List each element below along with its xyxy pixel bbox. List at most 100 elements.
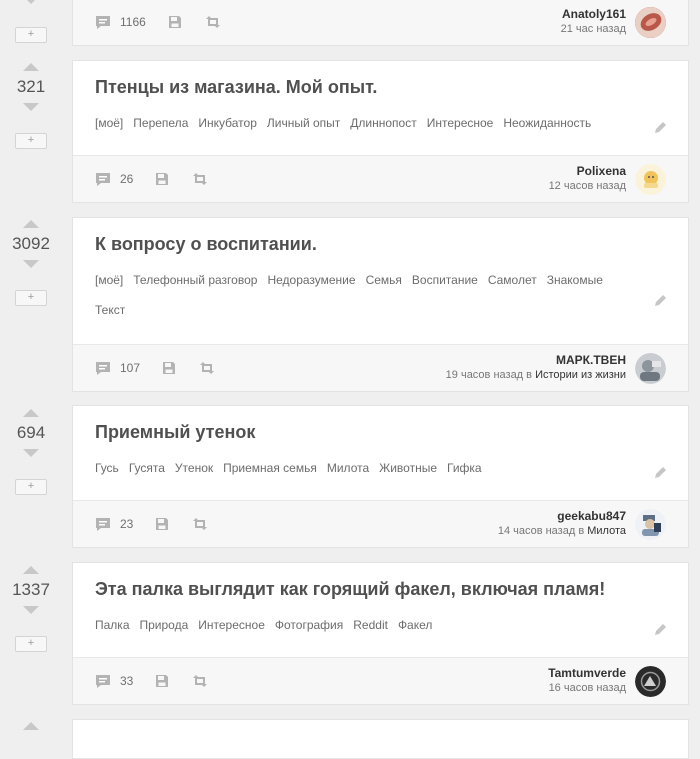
tag[interactable]: Фотография <box>275 615 343 635</box>
share-icon[interactable] <box>191 517 209 531</box>
avatar[interactable] <box>635 509 666 540</box>
tag[interactable]: Недоразумение <box>267 270 355 290</box>
tag[interactable]: Природа <box>140 615 189 635</box>
pencil-icon[interactable] <box>654 623 668 637</box>
tag[interactable]: Неожиданность <box>503 113 591 133</box>
comment-count[interactable]: 107 <box>120 361 140 375</box>
tag[interactable]: Длиннопост <box>350 113 416 133</box>
vote-column: + <box>0 0 62 43</box>
avatar[interactable] <box>635 7 666 38</box>
tag[interactable]: [моё] <box>95 270 123 290</box>
author-info: Tamtumverde 16 часов назад <box>548 666 626 696</box>
author-info: Polixena 12 часов назад <box>549 164 626 194</box>
post-footer: 107 МАРК.ТВЕН 19 часов назад в Истории и… <box>73 344 688 391</box>
tag[interactable]: Семья <box>366 270 402 290</box>
post-feed: + 1166 Anatoly161 21 час назад 321 + Пте… <box>0 0 700 759</box>
post-rating: 321 <box>16 77 46 96</box>
tag[interactable]: Животные <box>379 458 437 478</box>
comment-count[interactable]: 23 <box>120 517 133 531</box>
post-card: Приемный утенок Гусь Гусята Утенок Прием… <box>72 405 689 548</box>
share-icon[interactable] <box>198 361 216 375</box>
tag[interactable]: Личный опыт <box>267 113 340 133</box>
comment-count[interactable]: 1166 <box>120 15 146 29</box>
save-icon[interactable] <box>155 172 169 186</box>
share-icon[interactable] <box>204 15 222 29</box>
downvote-arrow-icon[interactable] <box>23 449 39 457</box>
add-post-button[interactable]: + <box>15 290 47 306</box>
author-name[interactable]: МАРК.ТВЕН <box>446 353 626 368</box>
avatar[interactable] <box>635 353 666 384</box>
tag[interactable]: Воспитание <box>412 270 478 290</box>
downvote-arrow-icon[interactable] <box>23 0 39 4</box>
tag[interactable]: Перепела <box>133 113 188 133</box>
add-post-button[interactable]: + <box>15 479 47 495</box>
save-icon[interactable] <box>155 674 169 688</box>
tag[interactable]: Факел <box>398 615 432 635</box>
save-icon[interactable] <box>162 361 176 375</box>
post-title[interactable]: Птенцы из магазина. Мой опыт. <box>95 75 666 99</box>
post-footer: 26 Polixena 12 часов назад <box>73 155 688 202</box>
tag[interactable]: Утенок <box>175 458 213 478</box>
pencil-icon[interactable] <box>654 466 668 480</box>
tag[interactable]: Телефонный разговор <box>133 270 257 290</box>
post-footer: 33 Tamtumverde 16 часов назад <box>73 657 688 704</box>
tag[interactable]: [моё] <box>95 113 123 133</box>
save-icon[interactable] <box>168 15 182 29</box>
community-link[interactable]: Милота <box>587 525 626 537</box>
comment-icon[interactable] <box>95 361 111 376</box>
comment-icon[interactable] <box>95 15 111 30</box>
author-name[interactable]: geekabu847 <box>498 509 626 524</box>
tag[interactable]: Reddit <box>353 615 388 635</box>
save-icon[interactable] <box>155 517 169 531</box>
tag[interactable]: Гифка <box>447 458 482 478</box>
avatar[interactable] <box>635 666 666 697</box>
avatar[interactable] <box>635 164 666 195</box>
author-name[interactable]: Anatoly161 <box>561 7 626 22</box>
share-icon[interactable] <box>191 674 209 688</box>
comment-icon[interactable] <box>95 517 111 532</box>
post-time: 21 час назад <box>560 23 626 35</box>
tag[interactable]: Милота <box>327 458 369 478</box>
downvote-arrow-icon[interactable] <box>23 103 39 111</box>
tag[interactable]: Инкубатор <box>198 113 257 133</box>
post-rating: 3092 <box>12 234 50 253</box>
tag-list: [моё] Перепела Инкубатор Личный опыт Дли… <box>95 113 666 133</box>
share-icon[interactable] <box>191 172 209 186</box>
author-name[interactable]: Polixena <box>549 164 626 179</box>
pencil-icon[interactable] <box>654 121 668 135</box>
add-post-button[interactable]: + <box>15 636 47 652</box>
comment-count[interactable]: 26 <box>120 172 133 186</box>
community-link[interactable]: Истории из жизни <box>535 369 626 381</box>
post-time: 12 часов назад <box>548 180 626 192</box>
tag[interactable]: Гусята <box>129 458 165 478</box>
tag[interactable]: Самолет <box>488 270 537 290</box>
post-title[interactable]: К вопросу о воспитании. <box>95 232 666 256</box>
comment-icon[interactable] <box>95 674 111 689</box>
upvote-arrow-icon[interactable] <box>23 566 39 574</box>
add-post-button[interactable]: + <box>15 133 47 149</box>
add-post-button[interactable]: + <box>15 27 47 43</box>
author-name[interactable]: Tamtumverde <box>548 666 626 681</box>
upvote-arrow-icon[interactable] <box>23 63 39 71</box>
post-card: 1166 Anatoly161 21 час назад <box>72 0 689 46</box>
downvote-arrow-icon[interactable] <box>23 260 39 268</box>
downvote-arrow-icon[interactable] <box>23 606 39 614</box>
pencil-icon[interactable] <box>654 294 668 308</box>
post-title[interactable]: Приемный утенок <box>95 420 666 444</box>
author-info: Anatoly161 21 час назад <box>561 7 626 37</box>
post-title[interactable]: Эта палка выглядит как горящий факел, вк… <box>95 577 666 601</box>
upvote-arrow-icon[interactable] <box>23 220 39 228</box>
tag[interactable]: Приемная семья <box>223 458 317 478</box>
tag[interactable]: Палка <box>95 615 130 635</box>
author-info: МАРК.ТВЕН 19 часов назад в Истории из жи… <box>446 353 626 383</box>
upvote-arrow-icon[interactable] <box>23 722 39 730</box>
tag[interactable]: Текст <box>95 300 125 320</box>
comment-icon[interactable] <box>95 172 111 187</box>
comment-count[interactable]: 33 <box>120 674 133 688</box>
tag[interactable]: Знакомые <box>547 270 603 290</box>
tag[interactable]: Гусь <box>95 458 119 478</box>
tag[interactable]: Интересное <box>427 113 494 133</box>
upvote-arrow-icon[interactable] <box>23 409 39 417</box>
tag[interactable]: Интересное <box>198 615 265 635</box>
tag-list: [моё] Телефонный разговор Недоразумение … <box>95 270 666 320</box>
